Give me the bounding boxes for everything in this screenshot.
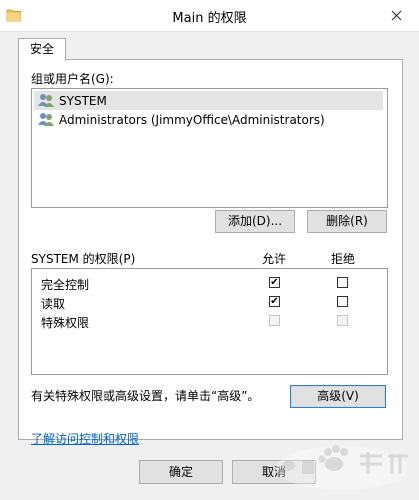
permission-name: 完全控制 xyxy=(41,278,90,292)
advanced-hint: 有关特殊权限或高级设置，请单击“高级”。 xyxy=(31,389,260,403)
list-item[interactable]: Administrators (JimmyOffice\Administrato… xyxy=(34,110,383,129)
permissions-label: SYSTEM 的权限(P) xyxy=(31,252,136,266)
groups-listbox[interactable]: SYSTEM Administrators (JimmyOffice\Admin… xyxy=(31,88,388,208)
groups-label: 组或用户名(G): xyxy=(31,72,114,86)
title-bar: Main 的权限 xyxy=(0,0,419,32)
permissions-list: 完全控制 ✔ 读取 ✔ 特殊权限 xyxy=(31,268,388,375)
close-icon xyxy=(391,10,401,20)
advanced-button[interactable]: 高级(V) xyxy=(290,385,386,408)
user-name: Administrators (JimmyOffice\Administrato… xyxy=(59,112,325,127)
allow-special-checkbox xyxy=(269,315,280,326)
user-group-icon xyxy=(38,94,54,107)
allow-read-checkbox[interactable]: ✔ xyxy=(269,296,280,307)
ok-button[interactable]: 确定 xyxy=(139,460,223,484)
tab-security[interactable]: 安全 xyxy=(18,38,66,61)
window-title: Main 的权限 xyxy=(172,11,247,26)
close-button[interactable] xyxy=(373,0,419,30)
add-button[interactable]: 添加(D)... xyxy=(215,210,295,233)
remove-button[interactable]: 删除(R) xyxy=(307,210,387,233)
permission-row: 完全控制 ✔ xyxy=(32,274,387,293)
permission-row: 读取 ✔ xyxy=(32,293,387,312)
security-panel: 组或用户名(G): SYSTEM Administrators (JimmyOf… xyxy=(18,59,403,440)
permission-name: 特殊权限 xyxy=(41,316,90,330)
allow-full-control-checkbox[interactable]: ✔ xyxy=(269,277,280,288)
user-name: SYSTEM xyxy=(59,93,107,108)
deny-read-checkbox[interactable] xyxy=(337,296,348,307)
learn-more-link[interactable]: 了解访问控制和权限 xyxy=(31,430,139,447)
list-item[interactable]: SYSTEM xyxy=(34,91,383,110)
permission-name: 读取 xyxy=(41,297,66,311)
user-group-icon xyxy=(38,113,54,126)
allow-column-header: 允许 xyxy=(262,252,287,266)
deny-full-control-checkbox[interactable] xyxy=(337,277,348,288)
deny-column-header: 拒绝 xyxy=(331,252,356,266)
permission-row: 特殊权限 xyxy=(32,312,387,331)
cancel-button[interactable]: 取消 xyxy=(232,460,316,484)
deny-special-checkbox xyxy=(337,315,348,326)
